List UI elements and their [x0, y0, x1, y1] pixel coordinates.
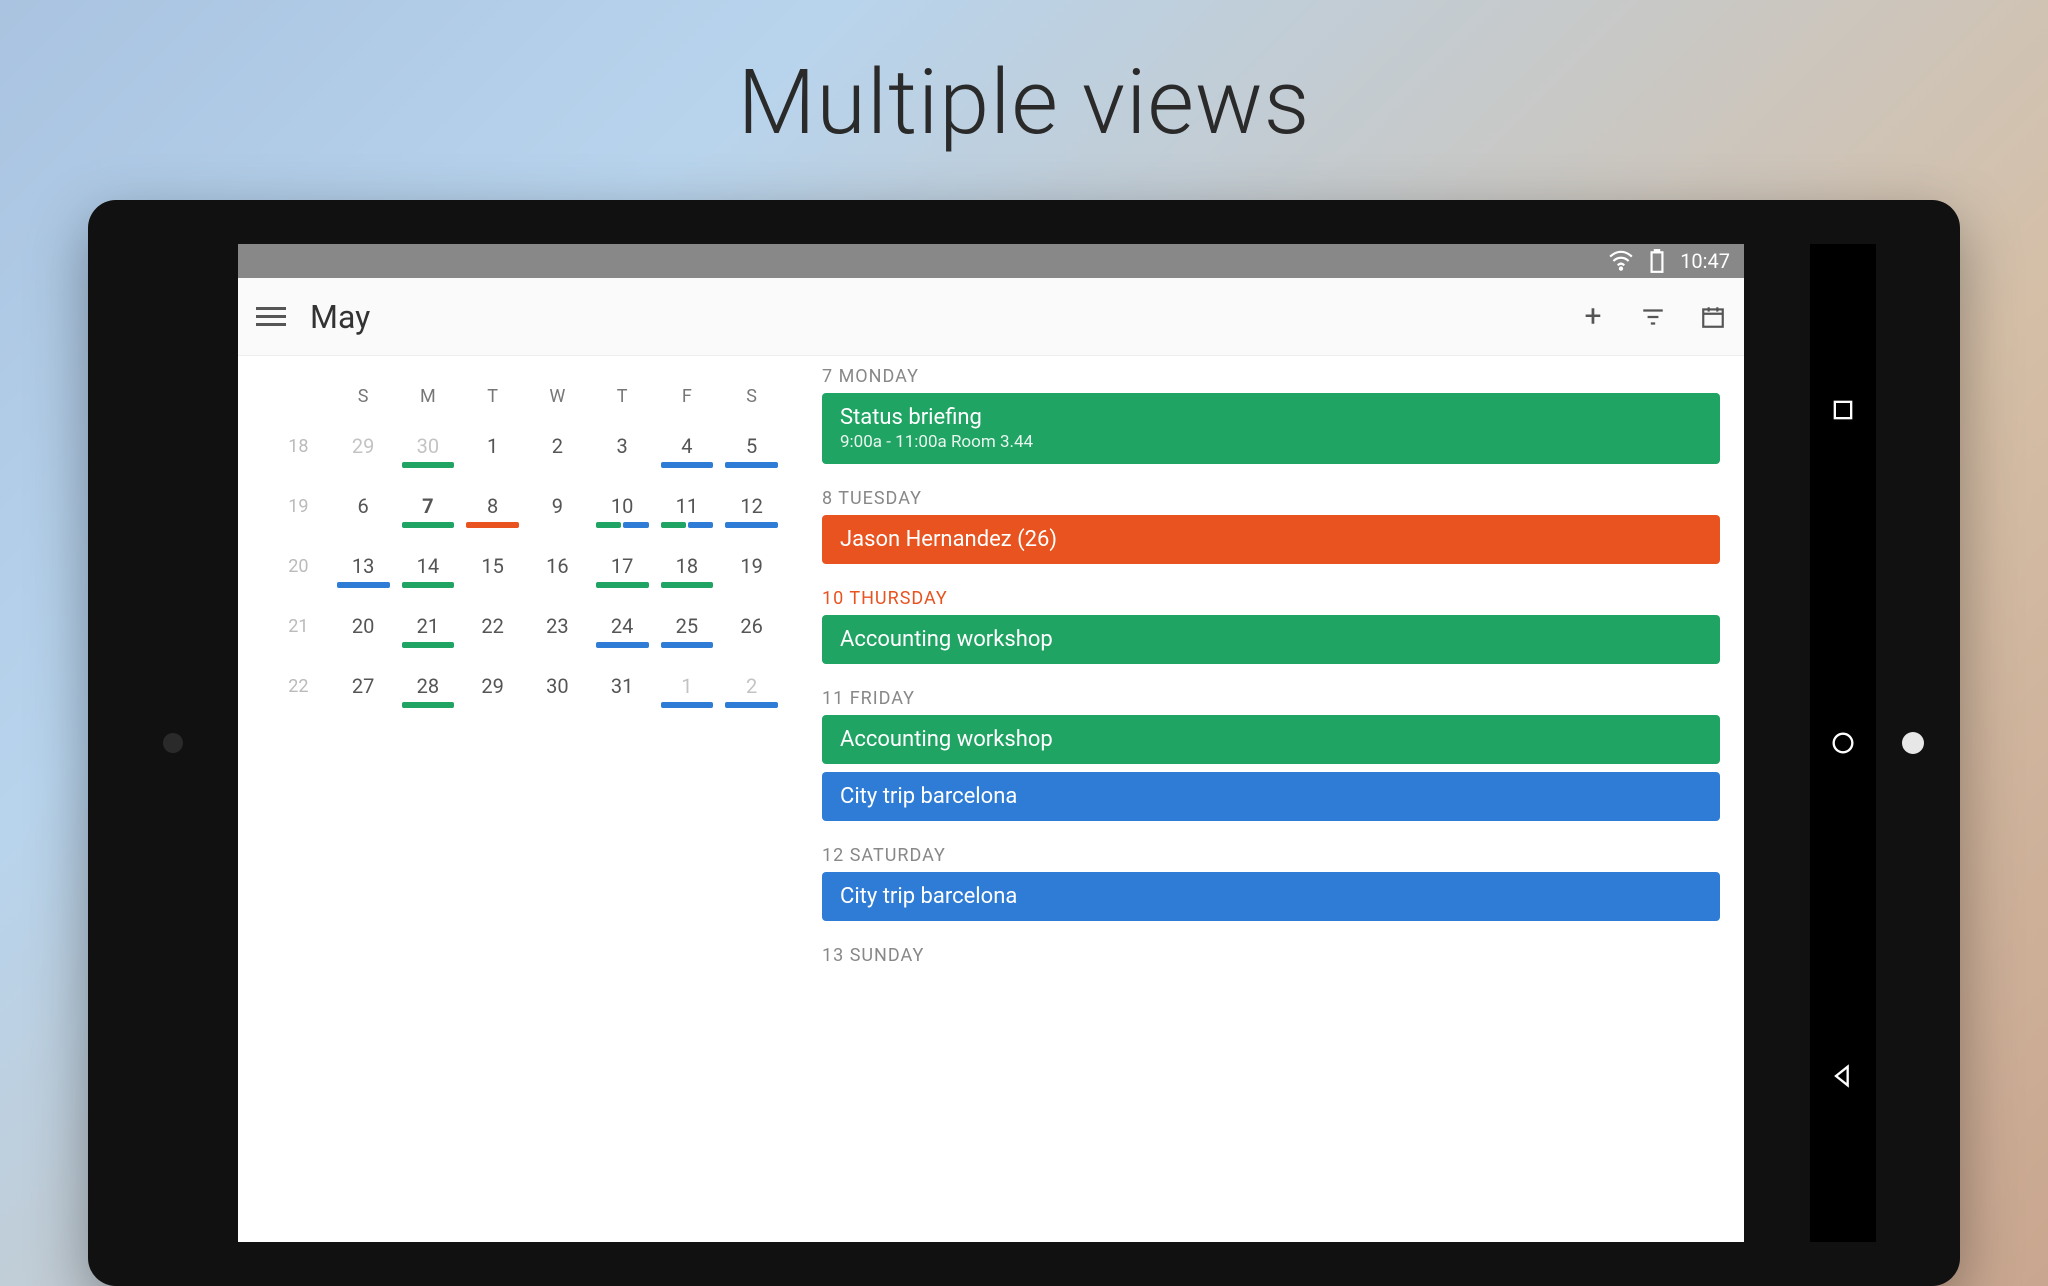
- calendar-day[interactable]: 16: [525, 536, 590, 596]
- calendar-day[interactable]: 3: [590, 416, 655, 476]
- agenda-event[interactable]: City trip barcelona: [822, 872, 1720, 921]
- calendar-day[interactable]: 29: [460, 656, 525, 716]
- calendar-day[interactable]: 1: [460, 416, 525, 476]
- calendar-day[interactable]: 7: [396, 476, 461, 536]
- agenda-event[interactable]: Status briefing9:00a - 11:00a Room 3.44: [822, 393, 1720, 464]
- calendar-day[interactable]: 28: [396, 656, 461, 716]
- agenda-event[interactable]: Accounting workshop: [822, 615, 1720, 664]
- calendar-day[interactable]: 19: [719, 536, 784, 596]
- calendar-day[interactable]: 1: [655, 656, 720, 716]
- agenda-day-label: 7 MONDAY: [822, 366, 1720, 387]
- week-number: 18: [266, 416, 331, 476]
- status-bar: 10:47: [238, 244, 1744, 278]
- filter-icon[interactable]: [1640, 304, 1666, 330]
- calendar-day[interactable]: 30: [396, 416, 461, 476]
- calendar-day[interactable]: 20: [331, 596, 396, 656]
- agenda-event[interactable]: Jason Hernandez (26): [822, 515, 1720, 564]
- nav-back-icon[interactable]: [1829, 1062, 1857, 1090]
- screen: 10:47 May + SMTWTFS182930123451967891011…: [238, 244, 1744, 1242]
- weekday-header: S: [719, 376, 784, 416]
- month-pane: SMTWTFS182930123451967891011122013141516…: [238, 356, 798, 1242]
- week-number: 20: [266, 536, 331, 596]
- agenda-day: 12 SATURDAY City trip barcelona: [798, 835, 1744, 935]
- promo-title: Multiple views: [0, 50, 2048, 155]
- calendar-day[interactable]: 26: [719, 596, 784, 656]
- agenda-day: 11 FRIDAY Accounting workshop City trip ba…: [798, 678, 1744, 835]
- page-title: May: [310, 298, 1556, 336]
- agenda-day-label: 12 SATURDAY: [822, 845, 1720, 866]
- menu-icon[interactable]: [256, 307, 286, 326]
- calendar-day[interactable]: 25: [655, 596, 720, 656]
- calendar-day[interactable]: 29: [331, 416, 396, 476]
- calendar-day[interactable]: 18: [655, 536, 720, 596]
- calendar-day[interactable]: 6: [331, 476, 396, 536]
- calendar-day[interactable]: 4: [655, 416, 720, 476]
- weekday-header: S: [331, 376, 396, 416]
- calendar-day[interactable]: 27: [331, 656, 396, 716]
- app-bar: May +: [238, 278, 1744, 356]
- agenda-event[interactable]: City trip barcelona: [822, 772, 1720, 821]
- agenda-day: 10 THURSDAY Accounting workshop: [798, 578, 1744, 678]
- weekday-header: T: [460, 376, 525, 416]
- calendar-day[interactable]: 22: [460, 596, 525, 656]
- calendar-day[interactable]: 11: [655, 476, 720, 536]
- calendar-day[interactable]: 5: [719, 416, 784, 476]
- agenda-day-label: 10 THURSDAY: [822, 588, 1720, 609]
- nav-home-icon[interactable]: [1829, 729, 1857, 757]
- agenda-day-label: 11 FRIDAY: [822, 688, 1720, 709]
- calendar-day[interactable]: 21: [396, 596, 461, 656]
- calendar-day[interactable]: 12: [719, 476, 784, 536]
- agenda-day: 7 MONDAY Status briefing9:00a - 11:00a Ro…: [798, 356, 1744, 478]
- calendar-day[interactable]: 8: [460, 476, 525, 536]
- calendar-day[interactable]: 23: [525, 596, 590, 656]
- calendar-day[interactable]: 30: [525, 656, 590, 716]
- calendar-day[interactable]: 14: [396, 536, 461, 596]
- agenda-event[interactable]: Accounting workshop: [822, 715, 1720, 764]
- tablet-camera: [163, 733, 183, 753]
- appbar-actions: +: [1580, 304, 1726, 330]
- calendar-day[interactable]: 2: [719, 656, 784, 716]
- week-number: 22: [266, 656, 331, 716]
- agenda-pane[interactable]: 7 MONDAY Status briefing9:00a - 11:00a Ro…: [798, 356, 1744, 1242]
- weekday-header: M: [396, 376, 461, 416]
- calendar-day[interactable]: 24: [590, 596, 655, 656]
- agenda-day: 8 TUESDAY Jason Hernandez (26): [798, 478, 1744, 578]
- calendar-day[interactable]: 9: [525, 476, 590, 536]
- week-number: 21: [266, 596, 331, 656]
- today-icon[interactable]: [1700, 304, 1726, 330]
- mini-calendar[interactable]: SMTWTFS182930123451967891011122013141516…: [266, 376, 784, 716]
- nav-recent-icon[interactable]: [1829, 396, 1857, 424]
- wifi-icon: [1608, 248, 1634, 274]
- weekday-header: W: [525, 376, 590, 416]
- weekday-header: F: [655, 376, 720, 416]
- add-icon[interactable]: +: [1580, 304, 1606, 330]
- calendar-day[interactable]: 2: [525, 416, 590, 476]
- calendar-day[interactable]: 15: [460, 536, 525, 596]
- calendar-day[interactable]: 13: [331, 536, 396, 596]
- calendar-day[interactable]: 17: [590, 536, 655, 596]
- tablet-frame: 10:47 May + SMTWTFS182930123451967891011…: [88, 200, 1960, 1286]
- content: SMTWTFS182930123451967891011122013141516…: [238, 356, 1744, 1242]
- calendar-day[interactable]: 10: [590, 476, 655, 536]
- weekday-header: T: [590, 376, 655, 416]
- agenda-day-label: 13 SUNDAY: [822, 945, 1720, 966]
- weekday-header: [266, 376, 331, 416]
- android-navbar: [1810, 244, 1876, 1242]
- battery-icon: [1644, 248, 1670, 274]
- week-number: 19: [266, 476, 331, 536]
- agenda-day-label: 8 TUESDAY: [822, 488, 1720, 509]
- status-time: 10:47: [1680, 249, 1730, 273]
- calendar-day[interactable]: 31: [590, 656, 655, 716]
- tablet-power-dot: [1902, 732, 1924, 754]
- agenda-day: 13 SUNDAY: [798, 935, 1744, 978]
